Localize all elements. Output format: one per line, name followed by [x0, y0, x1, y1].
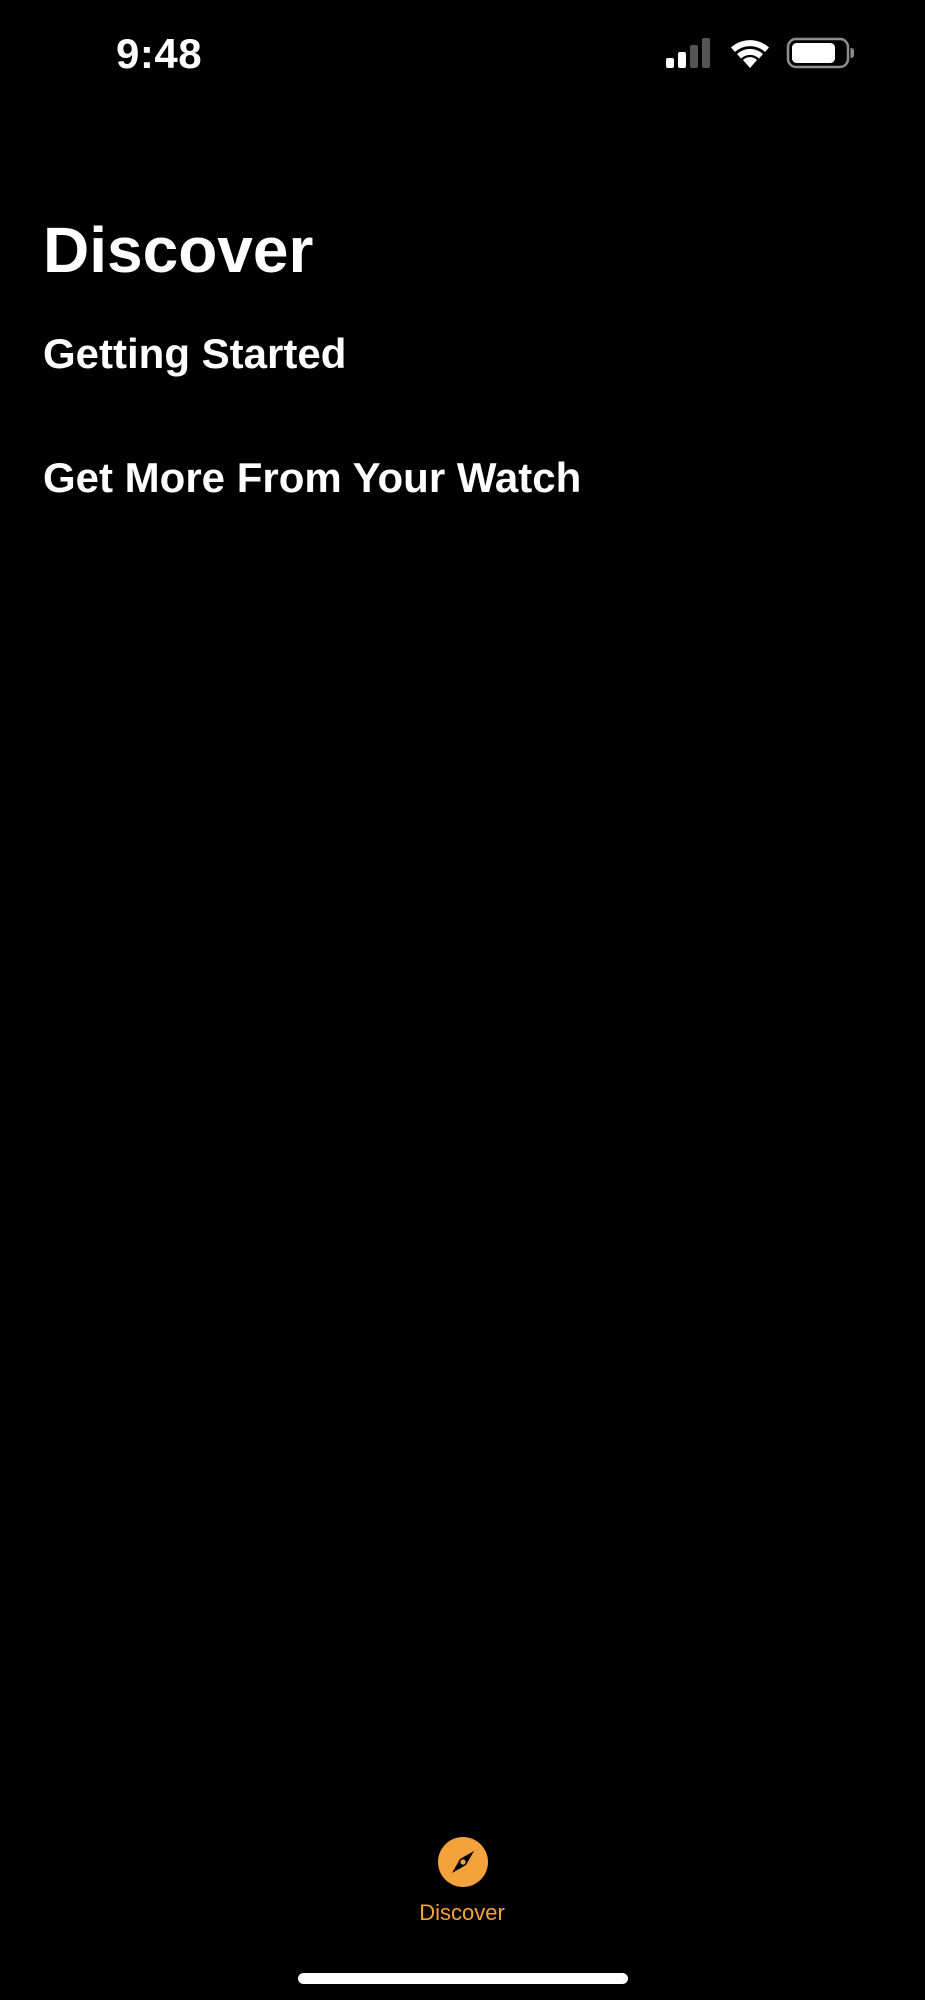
page-title: Discover: [43, 214, 314, 286]
cellular-signal-icon: [666, 38, 710, 68]
tab-discover[interactable]: Discover: [402, 1820, 522, 1930]
tab-label: Discover: [419, 1900, 505, 1925]
status-bar: 9:48: [0, 0, 925, 110]
section-getting-started[interactable]: Getting Started: [43, 328, 346, 380]
status-time: 9:48: [116, 30, 203, 77]
section-get-more-from-your-watch[interactable]: Get More From Your Watch: [43, 452, 581, 504]
wifi-icon: [731, 40, 769, 68]
battery-icon: [786, 37, 854, 69]
compass-icon: [438, 1837, 488, 1887]
home-indicator: [298, 1973, 628, 1984]
tab-bar: Discover: [0, 1820, 925, 1930]
